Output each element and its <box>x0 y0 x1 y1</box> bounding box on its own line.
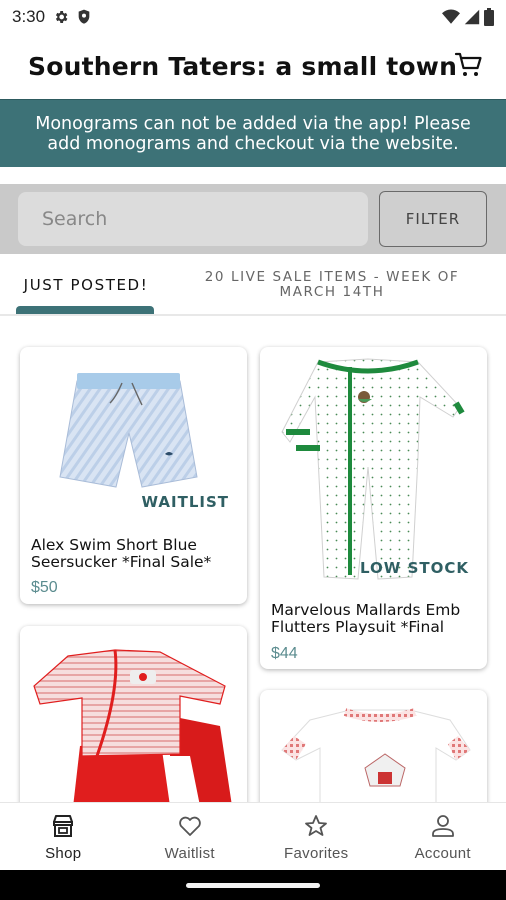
search-bar-container: FILTER <box>0 184 506 254</box>
star-icon <box>305 815 328 836</box>
cart-icon[interactable] <box>454 50 484 80</box>
product-card[interactable] <box>20 626 247 826</box>
product-name-line-1: Marvelous Mallards Emb <box>271 601 461 619</box>
page-title: Southern Taters: a small town <box>28 51 458 81</box>
status-time: 3:30 <box>12 7 46 26</box>
home-gesture-handle[interactable] <box>186 883 320 888</box>
product-price: $44 <box>271 645 298 662</box>
nav-label-favorites: Favorites <box>284 845 349 862</box>
status-badge: WAITLIST <box>141 493 229 511</box>
signal-icon <box>464 9 480 25</box>
wifi-icon <box>442 9 460 24</box>
product-image <box>59 373 198 488</box>
tab-live-sale-label-line-2: MARCH 14TH <box>279 284 385 300</box>
nav-label-shop: Shop <box>45 845 82 862</box>
store-icon <box>53 815 74 837</box>
person-icon <box>431 815 454 837</box>
banner-line-2: add monograms and checkout via the websi… <box>47 133 459 154</box>
nav-item-account[interactable]: Account <box>380 803 506 870</box>
nav-label-waitlist: Waitlist <box>164 845 215 862</box>
active-tab-indicator <box>16 306 154 314</box>
tab-live-sale-label-line-1: 20 LIVE SALE ITEMS - WEEK OF <box>204 269 460 285</box>
nav-item-favorites[interactable]: Favorites <box>253 803 380 870</box>
status-bar: 3:30 <box>0 0 506 34</box>
nav-item-shop[interactable]: Shop <box>0 803 127 870</box>
banner-line-1: Monograms can not be added via the app! … <box>35 113 471 134</box>
app-header: Southern Taters: a small town <box>0 34 506 98</box>
product-image <box>33 649 232 816</box>
product-name-line-2: Flutters Playsuit *Final <box>271 618 445 636</box>
product-price: $50 <box>31 579 58 596</box>
product-name-line-1: Alex Swim Short Blue <box>31 536 197 554</box>
heart-icon <box>178 816 201 836</box>
product-image <box>281 358 465 580</box>
tab-bar: JUST POSTED! 20 LIVE SALE ITEMS - WEEK O… <box>0 256 506 316</box>
status-badge: LOW STOCK <box>360 559 469 577</box>
battery-icon <box>484 8 494 26</box>
product-name-line-2: Seersucker *Final Sale* <box>31 553 212 571</box>
product-card[interactable]: LOW STOCK Marvelous Mallards Emb Flutter… <box>260 347 487 669</box>
nav-item-waitlist[interactable]: Waitlist <box>127 803 254 870</box>
shield-icon <box>78 9 90 24</box>
product-name: Marvelous Mallards Emb Flutters Playsuit… <box>271 602 460 636</box>
settings-icon <box>56 11 68 23</box>
product-name: Alex Swim Short Blue Seersucker *Final S… <box>31 537 211 571</box>
filter-button[interactable]: FILTER <box>379 191 487 247</box>
product-card[interactable]: WAITLIST Alex Swim Short Blue Seersucker… <box>20 347 247 604</box>
tab-live-sale-items[interactable]: 20 LIVE SALE ITEMS - WEEK OF MARCH 14TH <box>190 256 474 314</box>
search-input[interactable] <box>18 192 368 246</box>
system-navigation-bar <box>0 870 506 900</box>
monogram-notice-banner: Monograms can not be added via the app! … <box>0 99 506 167</box>
bottom-navigation: Shop Waitlist Favorites Account <box>0 802 506 870</box>
nav-label-account: Account <box>414 845 471 862</box>
